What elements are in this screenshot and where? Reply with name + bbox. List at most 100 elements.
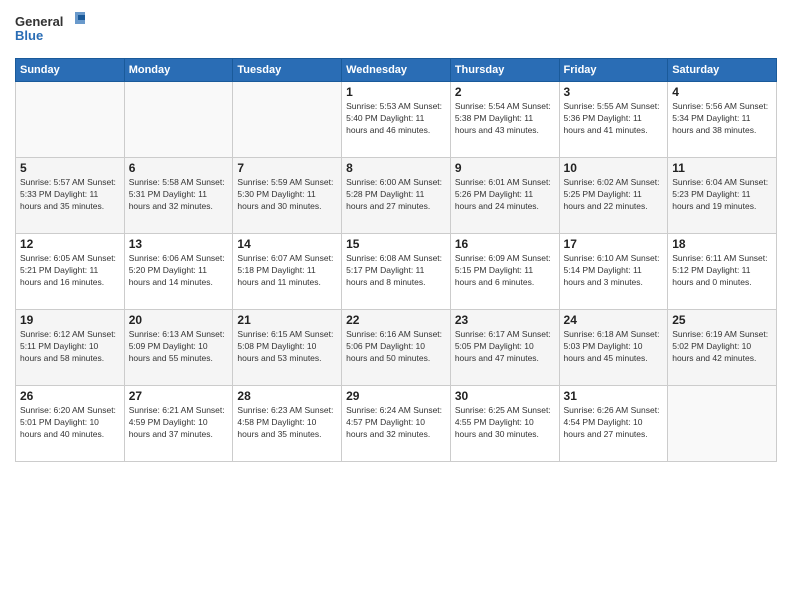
day-number: 21 xyxy=(237,313,337,327)
day-number: 20 xyxy=(129,313,229,327)
week-row-0: 1Sunrise: 5:53 AM Sunset: 5:40 PM Daylig… xyxy=(16,82,777,158)
day-cell: 25Sunrise: 6:19 AM Sunset: 5:02 PM Dayli… xyxy=(668,310,777,386)
day-number: 8 xyxy=(346,161,446,175)
day-info: Sunrise: 6:17 AM Sunset: 5:05 PM Dayligh… xyxy=(455,329,555,365)
header: General Blue xyxy=(15,10,777,50)
day-number: 2 xyxy=(455,85,555,99)
day-cell: 9Sunrise: 6:01 AM Sunset: 5:26 PM Daylig… xyxy=(450,158,559,234)
day-cell xyxy=(233,82,342,158)
day-info: Sunrise: 6:10 AM Sunset: 5:14 PM Dayligh… xyxy=(564,253,664,289)
day-number: 4 xyxy=(672,85,772,99)
day-number: 29 xyxy=(346,389,446,403)
day-info: Sunrise: 6:05 AM Sunset: 5:21 PM Dayligh… xyxy=(20,253,120,289)
day-cell: 14 Sunrise: 6:07 AM Sunset: 5:18 PM Dayli… xyxy=(233,234,342,310)
day-info: Sunrise: 6:21 AM Sunset: 4:59 PM Dayligh… xyxy=(129,405,229,441)
day-number: 5 xyxy=(20,161,120,175)
svg-text:Blue: Blue xyxy=(15,28,43,43)
day-cell xyxy=(16,82,125,158)
day-info: Sunrise: 6:18 AM Sunset: 5:03 PM Dayligh… xyxy=(564,329,664,365)
day-cell: 26 Sunrise: 6:20 AM Sunset: 5:01 PM Dayli… xyxy=(16,386,125,462)
day-cell: 22 Sunrise: 6:16 AM Sunset: 5:06 PM Dayli… xyxy=(342,310,451,386)
logo: General Blue xyxy=(15,10,85,50)
day-cell: 20 Sunrise: 6:13 AM Sunset: 5:09 PM Dayli… xyxy=(124,310,233,386)
day-cell: 28 Sunrise: 6:23 AM Sunset: 4:58 PM Dayli… xyxy=(233,386,342,462)
day-info: Sunrise: 5:54 AM Sunset: 5:38 PM Dayligh… xyxy=(455,101,555,137)
day-number: 11 xyxy=(672,161,772,175)
day-cell: 19 Sunrise: 6:12 AM Sunset: 5:11 PM Dayli… xyxy=(16,310,125,386)
day-info: Sunrise: 6:00 AM Sunset: 5:28 PM Dayligh… xyxy=(346,177,446,213)
day-cell: 4 Sunrise: 5:56 AM Sunset: 5:34 PM Daylig… xyxy=(668,82,777,158)
day-cell: 30 Sunrise: 6:25 AM Sunset: 4:55 PM Dayli… xyxy=(450,386,559,462)
day-cell: 12Sunrise: 6:05 AM Sunset: 5:21 PM Dayli… xyxy=(16,234,125,310)
day-cell: 8 Sunrise: 6:00 AM Sunset: 5:28 PM Daylig… xyxy=(342,158,451,234)
header-row: SundayMondayTuesdayWednesdayThursdayFrid… xyxy=(16,59,777,82)
col-header-sunday: Sunday xyxy=(16,59,125,82)
day-cell: 23 Sunrise: 6:17 AM Sunset: 5:05 PM Dayli… xyxy=(450,310,559,386)
day-cell: 6Sunrise: 5:58 AM Sunset: 5:31 PM Daylig… xyxy=(124,158,233,234)
day-number: 3 xyxy=(564,85,664,99)
day-number: 19 xyxy=(20,313,120,327)
day-number: 27 xyxy=(129,389,229,403)
day-cell: 17 Sunrise: 6:10 AM Sunset: 5:14 PM Dayli… xyxy=(559,234,668,310)
day-cell: 27 Sunrise: 6:21 AM Sunset: 4:59 PM Dayli… xyxy=(124,386,233,462)
day-cell xyxy=(668,386,777,462)
day-info: Sunrise: 6:23 AM Sunset: 4:58 PM Dayligh… xyxy=(237,405,337,441)
day-cell: 24 Sunrise: 6:18 AM Sunset: 5:03 PM Dayli… xyxy=(559,310,668,386)
day-number: 28 xyxy=(237,389,337,403)
day-number: 30 xyxy=(455,389,555,403)
day-number: 31 xyxy=(564,389,664,403)
day-cell: 2 Sunrise: 5:54 AM Sunset: 5:38 PM Daylig… xyxy=(450,82,559,158)
day-cell: 29 Sunrise: 6:24 AM Sunset: 4:57 PM Dayli… xyxy=(342,386,451,462)
week-row-3: 19 Sunrise: 6:12 AM Sunset: 5:11 PM Dayli… xyxy=(16,310,777,386)
day-number: 18 xyxy=(672,237,772,251)
day-cell: 21 Sunrise: 6:15 AM Sunset: 5:08 PM Dayli… xyxy=(233,310,342,386)
day-info: Sunrise: 6:24 AM Sunset: 4:57 PM Dayligh… xyxy=(346,405,446,441)
day-number: 22 xyxy=(346,313,446,327)
day-number: 23 xyxy=(455,313,555,327)
svg-text:General: General xyxy=(15,14,63,29)
day-number: 14 xyxy=(237,237,337,251)
day-info: Sunrise: 6:25 AM Sunset: 4:55 PM Dayligh… xyxy=(455,405,555,441)
day-info: Sunrise: 6:20 AM Sunset: 5:01 PM Dayligh… xyxy=(20,405,120,441)
day-cell: 1Sunrise: 5:53 AM Sunset: 5:40 PM Daylig… xyxy=(342,82,451,158)
col-header-wednesday: Wednesday xyxy=(342,59,451,82)
col-header-friday: Friday xyxy=(559,59,668,82)
day-cell: 13 Sunrise: 6:06 AM Sunset: 5:20 PM Dayli… xyxy=(124,234,233,310)
day-number: 10 xyxy=(564,161,664,175)
day-cell: 3 Sunrise: 5:55 AM Sunset: 5:36 PM Daylig… xyxy=(559,82,668,158)
day-info: Sunrise: 6:26 AM Sunset: 4:54 PM Dayligh… xyxy=(564,405,664,441)
day-info: Sunrise: 5:57 AM Sunset: 5:33 PM Dayligh… xyxy=(20,177,120,213)
day-info: Sunrise: 6:12 AM Sunset: 5:11 PM Dayligh… xyxy=(20,329,120,365)
day-cell: 18Sunrise: 6:11 AM Sunset: 5:12 PM Dayli… xyxy=(668,234,777,310)
col-header-thursday: Thursday xyxy=(450,59,559,82)
day-info: Sunrise: 6:15 AM Sunset: 5:08 PM Dayligh… xyxy=(237,329,337,365)
day-number: 1 xyxy=(346,85,446,99)
day-info: Sunrise: 6:07 AM Sunset: 5:18 PM Dayligh… xyxy=(237,253,337,289)
day-number: 24 xyxy=(564,313,664,327)
day-info: Sunrise: 6:06 AM Sunset: 5:20 PM Dayligh… xyxy=(129,253,229,289)
day-number: 26 xyxy=(20,389,120,403)
day-cell: 31 Sunrise: 6:26 AM Sunset: 4:54 PM Dayli… xyxy=(559,386,668,462)
day-info: Sunrise: 6:02 AM Sunset: 5:25 PM Dayligh… xyxy=(564,177,664,213)
week-row-2: 12Sunrise: 6:05 AM Sunset: 5:21 PM Dayli… xyxy=(16,234,777,310)
day-info: Sunrise: 5:56 AM Sunset: 5:34 PM Dayligh… xyxy=(672,101,772,137)
day-info: Sunrise: 6:16 AM Sunset: 5:06 PM Dayligh… xyxy=(346,329,446,365)
day-number: 13 xyxy=(129,237,229,251)
day-info: Sunrise: 5:55 AM Sunset: 5:36 PM Dayligh… xyxy=(564,101,664,137)
week-row-4: 26 Sunrise: 6:20 AM Sunset: 5:01 PM Dayli… xyxy=(16,386,777,462)
day-info: Sunrise: 6:13 AM Sunset: 5:09 PM Dayligh… xyxy=(129,329,229,365)
day-number: 7 xyxy=(237,161,337,175)
day-cell: 15Sunrise: 6:08 AM Sunset: 5:17 PM Dayli… xyxy=(342,234,451,310)
col-header-tuesday: Tuesday xyxy=(233,59,342,82)
day-cell: 7Sunrise: 5:59 AM Sunset: 5:30 PM Daylig… xyxy=(233,158,342,234)
day-info: Sunrise: 6:04 AM Sunset: 5:23 PM Dayligh… xyxy=(672,177,772,213)
day-cell: 10 Sunrise: 6:02 AM Sunset: 5:25 PM Dayli… xyxy=(559,158,668,234)
week-row-1: 5 Sunrise: 5:57 AM Sunset: 5:33 PM Daylig… xyxy=(16,158,777,234)
col-header-monday: Monday xyxy=(124,59,233,82)
calendar-table: SundayMondayTuesdayWednesdayThursdayFrid… xyxy=(15,58,777,462)
day-cell: 16Sunrise: 6:09 AM Sunset: 5:15 PM Dayli… xyxy=(450,234,559,310)
day-cell: 5 Sunrise: 5:57 AM Sunset: 5:33 PM Daylig… xyxy=(16,158,125,234)
day-cell: 11 Sunrise: 6:04 AM Sunset: 5:23 PM Dayli… xyxy=(668,158,777,234)
day-number: 9 xyxy=(455,161,555,175)
day-number: 17 xyxy=(564,237,664,251)
